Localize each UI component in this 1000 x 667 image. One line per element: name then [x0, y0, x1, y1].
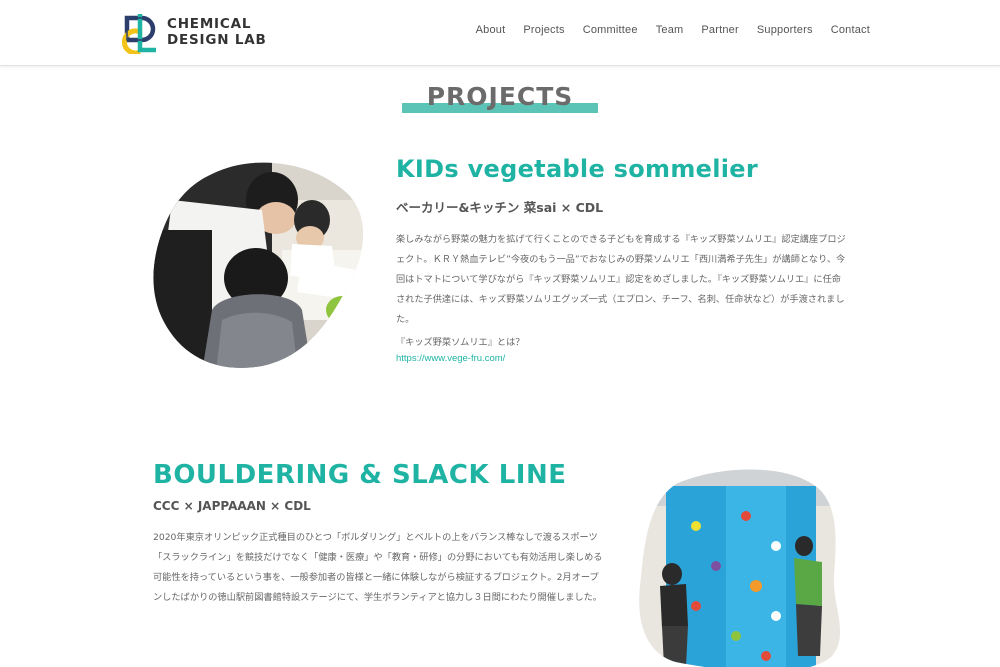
- logo-line-2: DESIGN LAB: [167, 32, 267, 48]
- nav-supporters[interactable]: Supporters: [757, 24, 813, 36]
- project-title: BOULDERING & SLACK LINE: [153, 460, 567, 490]
- site-header: CHEMICAL DESIGN LAB About Projects Commi…: [0, 0, 1000, 66]
- nav-about[interactable]: About: [476, 24, 506, 36]
- project-kids-vegetable-photo: [152, 160, 364, 372]
- project-title: KIDs vegetable sommelier: [396, 155, 759, 183]
- site-logo[interactable]: CHEMICAL DESIGN LAB: [120, 10, 267, 56]
- project-partners: ベーカリー&キッチン 菜sai × CDL: [396, 200, 604, 215]
- project-partners: CCC × JAPPAAAN × CDL: [153, 499, 311, 513]
- logo-text: CHEMICAL DESIGN LAB: [167, 16, 267, 48]
- nav-contact[interactable]: Contact: [831, 24, 870, 36]
- logo-line-1: CHEMICAL: [167, 16, 252, 32]
- project-description: 2020年東京オリンピック正式種目のひとつ「ボルダリング」とベルトの上をバランス…: [153, 532, 603, 603]
- project-description: 楽しみながら野菜の魅力を拡げて行くことのできる子どもを育成する『キッズ野菜ソムリ…: [396, 234, 846, 325]
- nav-partner[interactable]: Partner: [701, 24, 738, 36]
- main-nav: About Projects Committee Team Partner Su…: [476, 24, 870, 36]
- nav-team[interactable]: Team: [656, 24, 684, 36]
- project-question: 『キッズ野菜ソムリエ』とは？: [396, 337, 525, 348]
- project-external-link[interactable]: https://www.vege-fru.com/: [396, 353, 505, 364]
- section-heading: PROJECTS: [402, 80, 598, 120]
- nav-committee[interactable]: Committee: [583, 24, 638, 36]
- project-bouldering-photo: [636, 466, 850, 667]
- logo-icon: [120, 10, 160, 56]
- section-title: PROJECTS: [426, 82, 574, 111]
- nav-projects[interactable]: Projects: [523, 24, 564, 36]
